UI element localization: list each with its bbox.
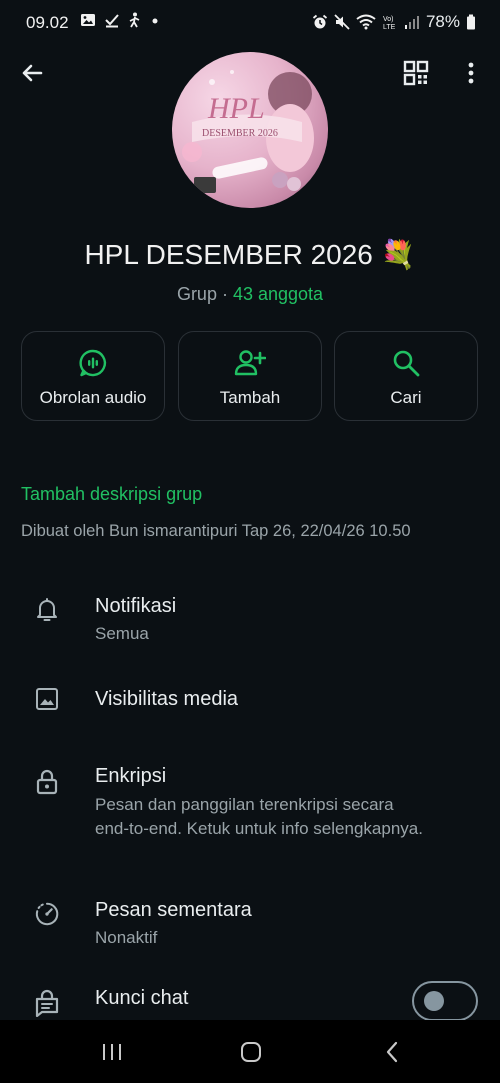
recents-button[interactable] (97, 1038, 127, 1066)
chat-lock-title: Kunci chat (95, 987, 189, 1009)
mute-icon (334, 14, 350, 30)
group-name: HPL DESEMBER 2026 (84, 239, 373, 270)
lock-icon (36, 769, 58, 795)
home-button[interactable] (236, 1038, 266, 1066)
status-time: 09.02 (26, 13, 69, 32)
notifications-subtitle: Semua (95, 624, 149, 643)
member-count[interactable]: 43 anggota (233, 284, 323, 304)
settings-row-disappearing-messages[interactable]: Pesan sementara Nonaktif (0, 889, 500, 953)
status-bar: 09.02 Vo) LTE 78% (0, 0, 500, 46)
dot-icon (152, 18, 158, 24)
add-member-label: Tambah (219, 388, 281, 407)
battery-icon (467, 14, 475, 30)
media-visibility-title: Visibilitas media (95, 688, 239, 710)
system-nav-bar (0, 1020, 500, 1083)
audio-chat-label: Obrolan audio (39, 388, 147, 407)
notifications-title: Notifikasi (95, 595, 177, 617)
back-button[interactable] (17, 58, 47, 88)
group-subtitle: Grup · 43 anggota (0, 284, 500, 305)
back-nav-button[interactable] (377, 1038, 407, 1066)
bell-icon (37, 598, 57, 621)
timer-icon (35, 902, 59, 926)
disappearing-messages-title: Pesan sementara (95, 899, 252, 921)
qr-code-icon (403, 60, 429, 86)
created-by-text: Dibuat oleh Bun ismarantipuri Tap 26, 22… (21, 522, 411, 540)
group-title: HPL DESEMBER 2026 💐 (0, 238, 500, 271)
chevron-left-icon (386, 1041, 398, 1063)
add-description-link[interactable]: Tambah deskripsi grup (21, 484, 202, 505)
svg-text:DESEMBER 2026: DESEMBER 2026 (202, 128, 278, 139)
more-vertical-icon (468, 62, 474, 84)
search-icon (393, 350, 420, 377)
battery-percent: 78% (425, 12, 460, 31)
toggle-knob (424, 991, 444, 1011)
walking-icon (129, 12, 140, 28)
status-right: Vo) LTE 78% (312, 12, 476, 32)
disappearing-messages-subtitle: Nonaktif (95, 928, 158, 947)
svg-text:Vo): Vo) (383, 16, 394, 23)
alarm-icon (312, 14, 328, 29)
group-avatar[interactable]: HPL DESEMBER 2026 (172, 52, 328, 208)
avatar-illustration: HPL DESEMBER 2026 (182, 70, 314, 193)
search-label: Cari (390, 388, 422, 407)
arrow-left-icon (22, 64, 43, 82)
recents-icon (103, 1044, 121, 1060)
search-button[interactable]: Cari (334, 331, 478, 421)
qr-code-button[interactable] (401, 58, 431, 88)
chat-lock-toggle[interactable] (412, 981, 478, 1021)
image-icon (81, 14, 95, 26)
svg-text:HPL: HPL (207, 92, 265, 125)
svg-text:LTE: LTE (383, 24, 396, 30)
group-emoji: 💐 (380, 239, 416, 270)
home-icon (241, 1042, 261, 1062)
add-member-button[interactable]: Tambah (178, 331, 322, 421)
audio-chat-button[interactable]: Obrolan audio (21, 331, 165, 421)
settings-row-encryption[interactable]: Enkripsi Pesan dan panggilan terenkripsi… (0, 755, 500, 867)
encryption-subtitle: Pesan dan panggilan terenkripsi secara e… (95, 795, 423, 838)
settings-row-media-visibility[interactable]: Visibilitas media (0, 672, 500, 726)
encryption-title: Enkripsi (95, 765, 167, 787)
audio-chat-icon (79, 349, 107, 377)
chat-lock-icon (35, 989, 59, 1017)
settings-row-notifications[interactable]: Notifikasi Semua (0, 585, 500, 649)
add-person-icon (234, 350, 266, 376)
volte-icon: Vo)LTE (383, 16, 396, 30)
download-done-icon (105, 14, 119, 28)
status-left-icons (80, 12, 160, 28)
image-icon (36, 688, 58, 710)
wifi-icon (356, 14, 376, 30)
group-type: Grup · (176, 284, 233, 304)
signal-icon (404, 16, 419, 29)
more-options-button[interactable] (456, 58, 486, 88)
